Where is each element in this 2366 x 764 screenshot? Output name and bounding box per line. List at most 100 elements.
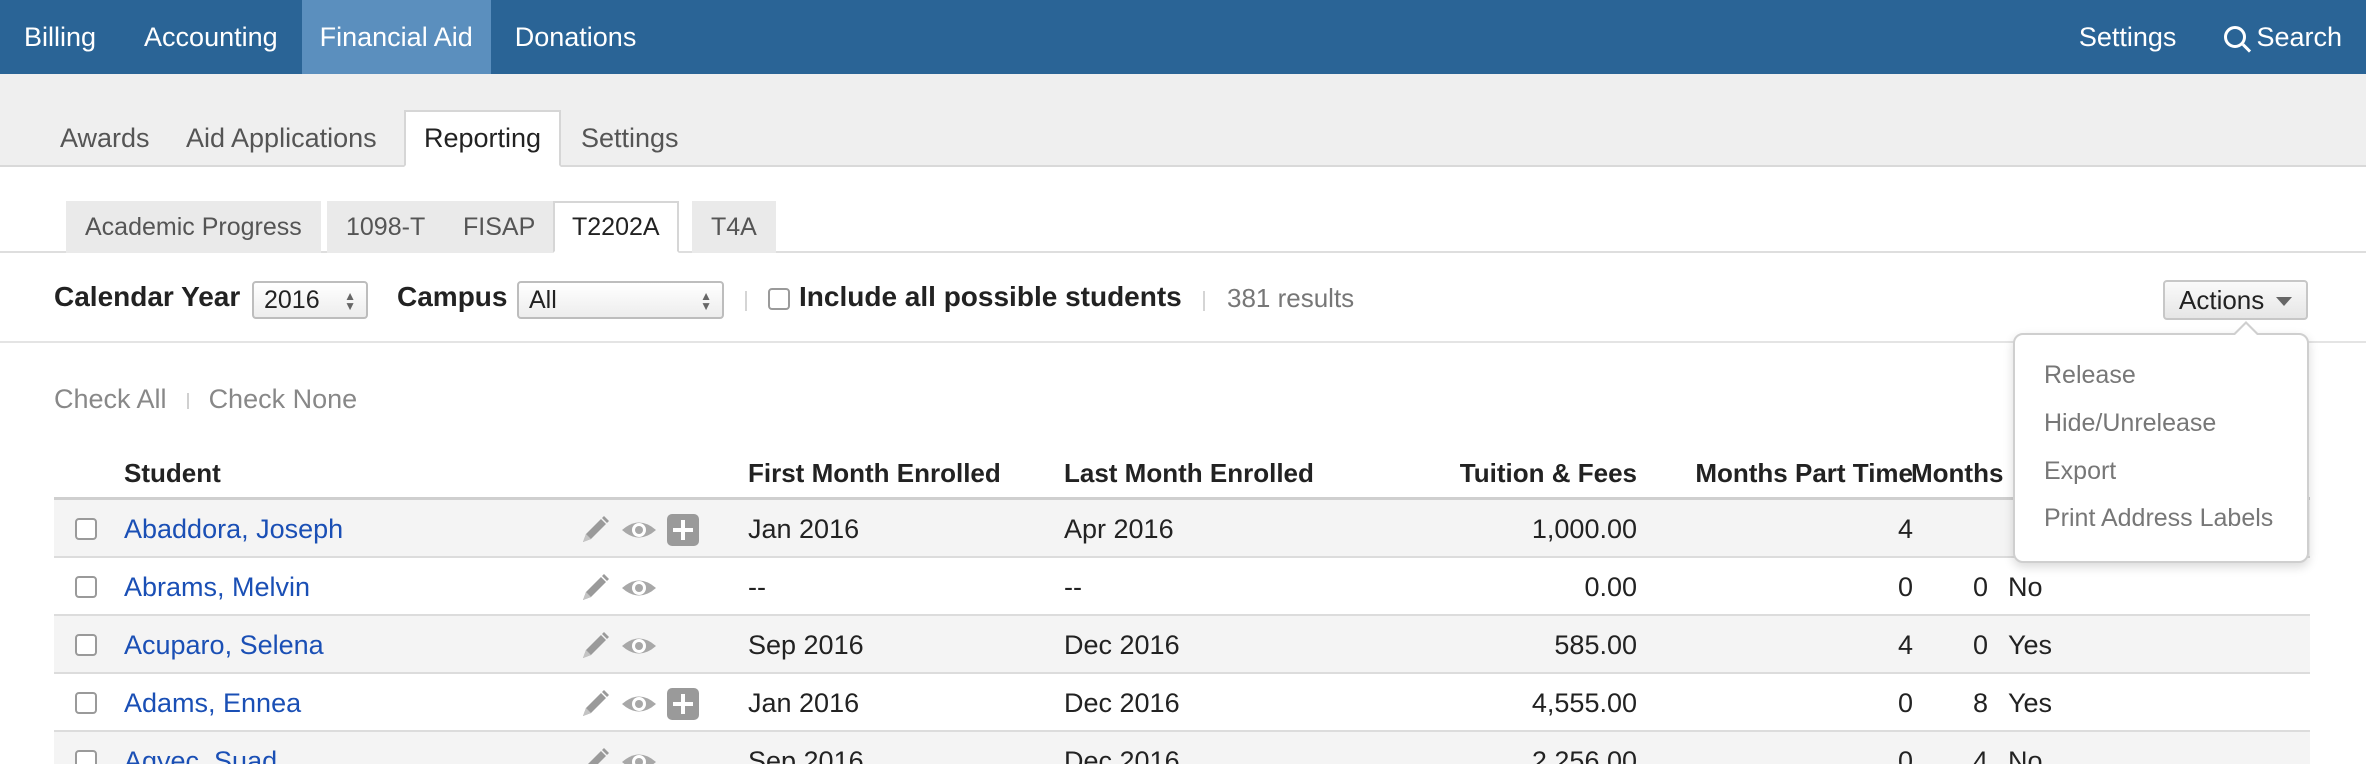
part-time-cell: 0 bbox=[1897, 572, 1913, 602]
part-time-cell: 0 bbox=[1897, 746, 1913, 764]
eye-icon[interactable] bbox=[620, 687, 658, 726]
report-tabs: Academic Progress 1098-T FISAP T2202A T4… bbox=[0, 167, 2366, 253]
nav-accounting[interactable]: Accounting bbox=[120, 0, 302, 74]
calendar-year-select[interactable]: 2016 ▲ ▼ bbox=[252, 281, 368, 319]
table-row: Agyec, Suad Sep 2016 Dec 2016 2,256.00 0 4 No bbox=[54, 732, 2310, 764]
check-none-link[interactable]: Check None bbox=[209, 384, 358, 414]
row-checkbox[interactable] bbox=[75, 518, 97, 540]
select-arrows-icon: ▲ ▼ bbox=[344, 289, 356, 313]
check-links: Check All Check None bbox=[54, 384, 357, 415]
include-all-checkbox[interactable] bbox=[768, 288, 790, 310]
nav-financial-aid[interactable]: Financial Aid bbox=[301, 0, 491, 74]
table-row: Acuparo, Selena Sep 2016 Dec 2016 585.00 4 0 Y… bbox=[54, 616, 2310, 674]
menu-item-hide-unrelease[interactable]: Hide/Unrelease bbox=[2044, 409, 2216, 438]
row-checkbox[interactable] bbox=[75, 634, 97, 656]
tuition-cell: 0.00 bbox=[1584, 572, 1637, 602]
last-month-cell: Dec 2016 bbox=[1064, 688, 1180, 718]
eye-icon[interactable] bbox=[620, 745, 658, 764]
tuition-cell: 2,256.00 bbox=[1531, 746, 1637, 764]
part-time-cell: 4 bbox=[1897, 630, 1913, 660]
tab-fisap[interactable]: FISAP bbox=[444, 201, 555, 253]
header-last-month[interactable]: Last Month Enrolled bbox=[1064, 458, 1314, 489]
plus-icon[interactable] bbox=[666, 513, 700, 552]
nav-settings[interactable]: Settings bbox=[2055, 0, 2201, 74]
header-student[interactable]: Student bbox=[124, 458, 221, 489]
released-cell: Yes bbox=[2008, 630, 2053, 660]
check-all-link[interactable]: Check All bbox=[54, 384, 167, 414]
campus-label: Campus bbox=[397, 281, 508, 312]
pencil-icon[interactable] bbox=[578, 571, 612, 610]
pencil-icon[interactable] bbox=[578, 687, 612, 726]
header-tuition[interactable]: Tuition & Fees bbox=[1354, 458, 1637, 489]
actions-label: Actions bbox=[2179, 285, 2265, 315]
filter-bar: Calendar Year 2016 ▲ ▼ Campus All ▲ ▼ Incl… bbox=[0, 253, 2366, 343]
tab-reporting[interactable]: Reporting bbox=[404, 110, 562, 167]
tuition-cell: 1,000.00 bbox=[1531, 514, 1637, 544]
divider bbox=[186, 392, 189, 409]
campus-select[interactable]: All ▲ ▼ bbox=[517, 281, 724, 319]
tab-aid-applications[interactable]: Aid Applications bbox=[168, 110, 395, 167]
nav-donations[interactable]: Donations bbox=[491, 0, 661, 74]
full-time-cell: 0 bbox=[1972, 630, 1988, 660]
eye-icon[interactable] bbox=[620, 571, 658, 610]
tuition-cell: 585.00 bbox=[1554, 630, 1637, 660]
select-arrows-icon: ▲ ▼ bbox=[700, 289, 712, 313]
table-row: Abrams, Melvin -- -- 0.00 0 0 No bbox=[54, 558, 2310, 616]
calendar-year-label: Calendar Year bbox=[54, 281, 241, 312]
menu-item-print-address-labels[interactable]: Print Address Labels bbox=[2044, 504, 2273, 533]
header-part-time[interactable]: Months Part Time bbox=[1644, 458, 1913, 489]
part-time-cell: 0 bbox=[1897, 688, 1913, 718]
menu-item-release[interactable]: Release bbox=[2044, 361, 2136, 390]
first-month-cell: Jan 2016 bbox=[748, 514, 860, 544]
last-month-cell: Dec 2016 bbox=[1064, 630, 1180, 660]
actions-button[interactable]: Actions bbox=[2163, 280, 2308, 320]
pencil-icon[interactable] bbox=[578, 629, 612, 668]
plus-icon[interactable] bbox=[666, 687, 700, 726]
menu-item-export[interactable]: Export bbox=[2044, 457, 2116, 486]
row-checkbox[interactable] bbox=[75, 692, 97, 714]
eye-icon[interactable] bbox=[620, 629, 658, 668]
part-time-cell: 4 bbox=[1897, 514, 1913, 544]
pencil-icon[interactable] bbox=[578, 745, 612, 764]
last-month-cell: Dec 2016 bbox=[1064, 746, 1180, 764]
calendar-year-value: 2016 bbox=[264, 286, 320, 314]
first-month-cell: Jan 2016 bbox=[748, 688, 860, 718]
full-time-cell: 4 bbox=[1972, 746, 1988, 764]
divider bbox=[1203, 291, 1205, 311]
released-cell: No bbox=[2008, 746, 2043, 764]
student-link[interactable]: Abaddora, Joseph bbox=[124, 514, 343, 545]
campus-value: All bbox=[529, 286, 557, 314]
header-first-month[interactable]: First Month Enrolled bbox=[748, 458, 1001, 489]
top-nav: Billing Accounting Financial Aid Donatio… bbox=[0, 0, 2366, 74]
nav-billing[interactable]: Billing bbox=[0, 0, 120, 74]
pencil-icon[interactable] bbox=[578, 513, 612, 552]
tab-t2202a[interactable]: T2202A bbox=[553, 201, 679, 253]
module-tabs: Awards Aid Applications Reporting Settin… bbox=[0, 74, 2366, 167]
student-link[interactable]: Abrams, Melvin bbox=[124, 572, 310, 603]
last-month-cell: -- bbox=[1064, 572, 1082, 602]
released-cell: Yes bbox=[2008, 688, 2053, 718]
tab-1098t[interactable]: 1098-T bbox=[327, 201, 445, 253]
caret-down-icon bbox=[2276, 297, 2292, 306]
tab-settings[interactable]: Settings bbox=[563, 110, 697, 167]
student-link[interactable]: Acuparo, Selena bbox=[124, 630, 324, 661]
first-month-cell: Sep 2016 bbox=[748, 630, 864, 660]
tab-academic-progress[interactable]: Academic Progress bbox=[66, 201, 321, 253]
table-row: Abaddora, Joseph Jan 2016 Apr 2016 1,000.00… bbox=[54, 500, 2310, 558]
results-count: 381 results bbox=[1227, 283, 1355, 313]
student-link[interactable]: Adams, Ennea bbox=[124, 688, 301, 719]
eye-icon[interactable] bbox=[620, 513, 658, 552]
tab-awards[interactable]: Awards bbox=[42, 110, 168, 167]
first-month-cell: -- bbox=[748, 572, 766, 602]
header-full-time[interactable]: Months bbox=[1911, 458, 2003, 489]
row-checkbox[interactable] bbox=[75, 750, 97, 764]
nav-search[interactable]: Search bbox=[2200, 0, 2366, 74]
full-time-cell: 8 bbox=[1972, 688, 1988, 718]
include-all-label: Include all possible students bbox=[799, 281, 1182, 312]
student-link[interactable]: Agyec, Suad bbox=[124, 746, 277, 764]
table-header: Student First Month Enrolled Last Month … bbox=[54, 450, 2310, 500]
divider bbox=[745, 291, 747, 311]
row-checkbox[interactable] bbox=[75, 576, 97, 598]
table-row: Adams, Ennea Jan 2016 Dec 2016 4,555.00 0 8 Ye… bbox=[54, 674, 2310, 732]
tab-t4a[interactable]: T4A bbox=[692, 201, 776, 253]
